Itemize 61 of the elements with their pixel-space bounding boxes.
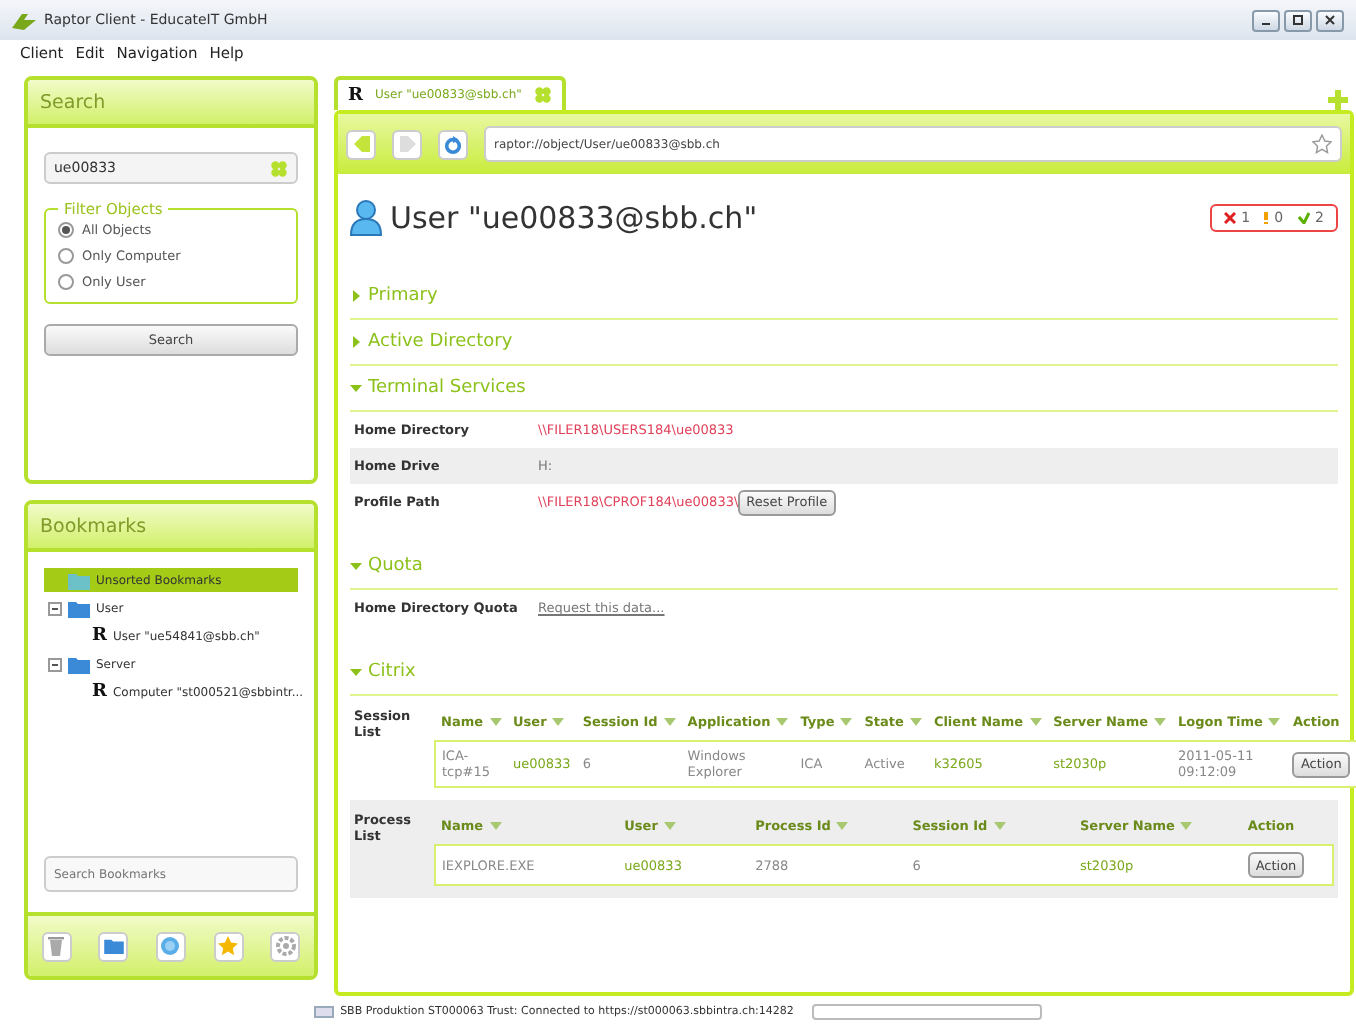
network-icon bbox=[314, 1006, 335, 1018]
clear-icon[interactable] bbox=[533, 86, 552, 104]
sort-icon[interactable] bbox=[1180, 822, 1193, 830]
expand-icon[interactable] bbox=[350, 290, 362, 302]
sort-icon[interactable] bbox=[663, 822, 676, 830]
sort-icon[interactable] bbox=[836, 822, 849, 830]
folder-icon bbox=[68, 655, 90, 674]
page-title: User "ue00833@sbb.ch" bbox=[390, 200, 758, 236]
folder-icon bbox=[68, 571, 90, 590]
section-header[interactable]: Terminal Services bbox=[350, 366, 1338, 412]
exclamation-icon bbox=[1264, 212, 1269, 224]
back-icon[interactable] bbox=[353, 136, 369, 152]
app-logo-icon bbox=[12, 11, 36, 29]
radio-button[interactable] bbox=[58, 222, 74, 238]
sort-icon[interactable] bbox=[1029, 718, 1042, 726]
collapse-icon[interactable] bbox=[48, 601, 62, 616]
close-button[interactable] bbox=[1316, 9, 1344, 31]
sort-icon[interactable] bbox=[1268, 718, 1281, 726]
refresh-button[interactable] bbox=[438, 129, 468, 159]
sort-icon[interactable] bbox=[1154, 718, 1166, 726]
star-icon[interactable] bbox=[213, 931, 244, 961]
cross-icon bbox=[1223, 212, 1236, 224]
collapse-icon[interactable] bbox=[48, 657, 62, 672]
maximize-button[interactable] bbox=[1284, 9, 1312, 31]
sort-icon[interactable] bbox=[489, 822, 502, 830]
clear-icon[interactable] bbox=[270, 159, 288, 177]
section-header[interactable]: Citrix bbox=[350, 650, 1338, 696]
expand-icon[interactable] bbox=[350, 336, 362, 348]
forward-button[interactable] bbox=[392, 129, 422, 159]
globe-icon[interactable] bbox=[155, 931, 186, 961]
user-icon bbox=[350, 200, 382, 236]
r-logo-icon: R bbox=[92, 682, 107, 703]
refresh-icon[interactable] bbox=[444, 135, 462, 153]
section-header[interactable]: Quota bbox=[350, 544, 1338, 590]
settings-icon[interactable] bbox=[270, 931, 301, 961]
panel-title: Search bbox=[28, 80, 314, 128]
section-header[interactable]: Active Directory bbox=[350, 320, 1338, 366]
sort-icon[interactable] bbox=[909, 718, 922, 726]
sort-icon[interactable] bbox=[663, 718, 676, 726]
maximize-icon[interactable] bbox=[1292, 14, 1304, 26]
sort-icon[interactable] bbox=[840, 718, 853, 726]
trash-icon[interactable] bbox=[41, 931, 72, 961]
sort-icon[interactable] bbox=[552, 718, 565, 726]
r-logo-icon: R bbox=[348, 85, 363, 105]
sort-icon[interactable] bbox=[489, 718, 502, 726]
r-logo-icon: R bbox=[92, 626, 107, 647]
folder-icon[interactable] bbox=[98, 931, 129, 961]
section-header[interactable]: Primary bbox=[350, 274, 1338, 320]
radio-button[interactable] bbox=[58, 274, 74, 290]
radio-button[interactable] bbox=[58, 248, 74, 264]
minimize-button[interactable] bbox=[1252, 9, 1280, 31]
forward-icon[interactable] bbox=[399, 136, 415, 152]
check-icon bbox=[1297, 212, 1310, 224]
close-icon[interactable] bbox=[1324, 14, 1336, 26]
panel-title: Bookmarks bbox=[28, 504, 314, 553]
star-icon[interactable] bbox=[1312, 134, 1332, 154]
folder-icon bbox=[68, 599, 90, 618]
sort-icon[interactable] bbox=[993, 822, 1006, 830]
back-button[interactable] bbox=[346, 129, 376, 159]
sort-icon[interactable] bbox=[776, 718, 789, 726]
add-tab-icon[interactable] bbox=[1328, 90, 1348, 110]
